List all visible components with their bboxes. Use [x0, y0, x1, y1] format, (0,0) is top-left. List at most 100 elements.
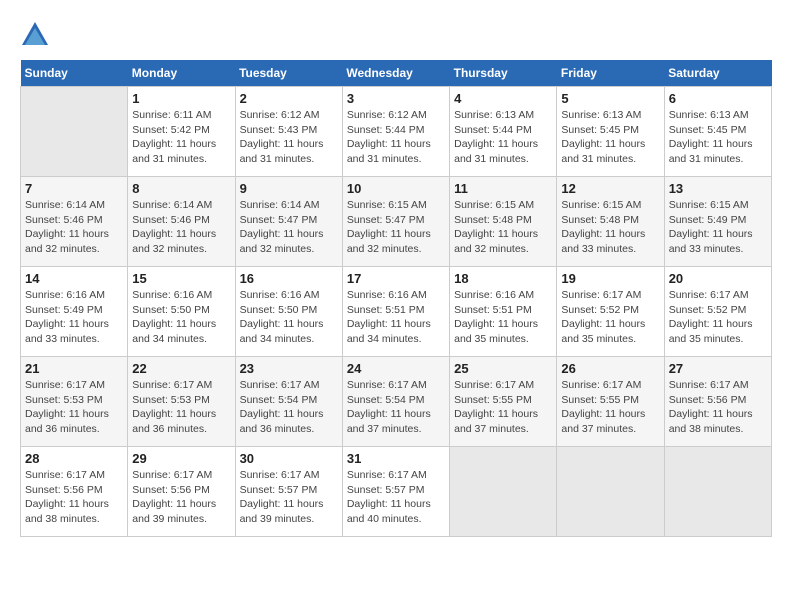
day-number: 8 [132, 181, 230, 196]
day-info: Sunrise: 6:17 AM Sunset: 5:55 PM Dayligh… [454, 378, 552, 437]
day-of-week-header: Sunday [21, 60, 128, 87]
calendar-cell: 17 Sunrise: 6:16 AM Sunset: 5:51 PM Dayli… [342, 267, 449, 357]
calendar-cell: 13 Sunrise: 6:15 AM Sunset: 5:49 PM Dayli… [664, 177, 771, 267]
day-number: 12 [561, 181, 659, 196]
calendar-week-row: 7 Sunrise: 6:14 AM Sunset: 5:46 PM Daylig… [21, 177, 772, 267]
day-number: 14 [25, 271, 123, 286]
day-number: 18 [454, 271, 552, 286]
calendar-cell: 22 Sunrise: 6:17 AM Sunset: 5:53 PM Dayli… [128, 357, 235, 447]
calendar-cell: 8Sunrise: 6:14 AM Sunset: 5:46 PM Daylig… [128, 177, 235, 267]
day-number: 22 [132, 361, 230, 376]
calendar-cell: 30 Sunrise: 6:17 AM Sunset: 5:57 PM Dayli… [235, 447, 342, 537]
day-number: 28 [25, 451, 123, 466]
day-number: 5 [561, 91, 659, 106]
day-info: Sunrise: 6:13 AM Sunset: 5:44 PM Dayligh… [454, 108, 552, 167]
calendar-header-row: SundayMondayTuesdayWednesdayThursdayFrid… [21, 60, 772, 87]
day-number: 9 [240, 181, 338, 196]
calendar-cell: 12 Sunrise: 6:15 AM Sunset: 5:48 PM Dayli… [557, 177, 664, 267]
day-of-week-header: Monday [128, 60, 235, 87]
calendar-week-row: 1 Sunrise: 6:11 AM Sunset: 5:42 PM Daylig… [21, 87, 772, 177]
calendar-cell: 24 Sunrise: 6:17 AM Sunset: 5:54 PM Dayli… [342, 357, 449, 447]
calendar-week-row: 14 Sunrise: 6:16 AM Sunset: 5:49 PM Dayli… [21, 267, 772, 357]
day-info: Sunrise: 6:16 AM Sunset: 5:51 PM Dayligh… [454, 288, 552, 347]
calendar-cell: 4 Sunrise: 6:13 AM Sunset: 5:44 PM Daylig… [450, 87, 557, 177]
day-of-week-header: Thursday [450, 60, 557, 87]
day-number: 25 [454, 361, 552, 376]
calendar-cell [450, 447, 557, 537]
day-number: 17 [347, 271, 445, 286]
day-info: Sunrise: 6:17 AM Sunset: 5:53 PM Dayligh… [25, 378, 123, 437]
calendar-cell [664, 447, 771, 537]
day-number: 7 [25, 181, 123, 196]
calendar-cell: 26 Sunrise: 6:17 AM Sunset: 5:55 PM Dayli… [557, 357, 664, 447]
day-info: Sunrise: 6:16 AM Sunset: 5:49 PM Dayligh… [25, 288, 123, 347]
day-number: 16 [240, 271, 338, 286]
calendar-cell: 14 Sunrise: 6:16 AM Sunset: 5:49 PM Dayli… [21, 267, 128, 357]
day-info: Sunrise: 6:15 AM Sunset: 5:49 PM Dayligh… [669, 198, 767, 257]
calendar-cell: 16 Sunrise: 6:16 AM Sunset: 5:50 PM Dayli… [235, 267, 342, 357]
day-info: Sunrise: 6:15 AM Sunset: 5:48 PM Dayligh… [454, 198, 552, 257]
day-info: Sunrise: 6:17 AM Sunset: 5:54 PM Dayligh… [240, 378, 338, 437]
day-number: 31 [347, 451, 445, 466]
calendar-week-row: 21 Sunrise: 6:17 AM Sunset: 5:53 PM Dayli… [21, 357, 772, 447]
calendar-cell: 31Sunrise: 6:17 AM Sunset: 5:57 PM Dayli… [342, 447, 449, 537]
day-info: Sunrise: 6:17 AM Sunset: 5:52 PM Dayligh… [669, 288, 767, 347]
day-info: Sunrise: 6:15 AM Sunset: 5:48 PM Dayligh… [561, 198, 659, 257]
day-info: Sunrise: 6:16 AM Sunset: 5:50 PM Dayligh… [132, 288, 230, 347]
day-info: Sunrise: 6:12 AM Sunset: 5:43 PM Dayligh… [240, 108, 338, 167]
day-info: Sunrise: 6:16 AM Sunset: 5:50 PM Dayligh… [240, 288, 338, 347]
day-info: Sunrise: 6:16 AM Sunset: 5:51 PM Dayligh… [347, 288, 445, 347]
page-header [20, 20, 772, 50]
calendar-cell: 5 Sunrise: 6:13 AM Sunset: 5:45 PM Daylig… [557, 87, 664, 177]
day-info: Sunrise: 6:11 AM Sunset: 5:42 PM Dayligh… [132, 108, 230, 167]
day-number: 10 [347, 181, 445, 196]
day-info: Sunrise: 6:17 AM Sunset: 5:57 PM Dayligh… [240, 468, 338, 527]
day-number: 19 [561, 271, 659, 286]
calendar-cell: 19Sunrise: 6:17 AM Sunset: 5:52 PM Dayli… [557, 267, 664, 357]
day-number: 6 [669, 91, 767, 106]
day-info: Sunrise: 6:17 AM Sunset: 5:56 PM Dayligh… [132, 468, 230, 527]
calendar-cell [557, 447, 664, 537]
day-info: Sunrise: 6:14 AM Sunset: 5:46 PM Dayligh… [25, 198, 123, 257]
day-number: 1 [132, 91, 230, 106]
logo-icon [20, 20, 50, 50]
day-number: 23 [240, 361, 338, 376]
calendar-cell: 21 Sunrise: 6:17 AM Sunset: 5:53 PM Dayli… [21, 357, 128, 447]
calendar-cell: 23 Sunrise: 6:17 AM Sunset: 5:54 PM Dayli… [235, 357, 342, 447]
day-number: 26 [561, 361, 659, 376]
day-info: Sunrise: 6:17 AM Sunset: 5:56 PM Dayligh… [25, 468, 123, 527]
day-number: 27 [669, 361, 767, 376]
day-of-week-header: Wednesday [342, 60, 449, 87]
day-of-week-header: Saturday [664, 60, 771, 87]
calendar-cell: 18 Sunrise: 6:16 AM Sunset: 5:51 PM Dayli… [450, 267, 557, 357]
calendar-table: SundayMondayTuesdayWednesdayThursdayFrid… [20, 60, 772, 537]
day-number: 21 [25, 361, 123, 376]
day-number: 11 [454, 181, 552, 196]
day-number: 30 [240, 451, 338, 466]
logo [20, 20, 52, 50]
day-number: 15 [132, 271, 230, 286]
calendar-cell: 20 Sunrise: 6:17 AM Sunset: 5:52 PM Dayli… [664, 267, 771, 357]
day-info: Sunrise: 6:12 AM Sunset: 5:44 PM Dayligh… [347, 108, 445, 167]
day-number: 4 [454, 91, 552, 106]
calendar-cell: 2 Sunrise: 6:12 AM Sunset: 5:43 PM Daylig… [235, 87, 342, 177]
calendar-cell: 25 Sunrise: 6:17 AM Sunset: 5:55 PM Dayli… [450, 357, 557, 447]
day-info: Sunrise: 6:14 AM Sunset: 5:47 PM Dayligh… [240, 198, 338, 257]
calendar-cell: 9 Sunrise: 6:14 AM Sunset: 5:47 PM Daylig… [235, 177, 342, 267]
day-number: 29 [132, 451, 230, 466]
day-number: 2 [240, 91, 338, 106]
day-number: 20 [669, 271, 767, 286]
calendar-cell [21, 87, 128, 177]
calendar-cell: 7 Sunrise: 6:14 AM Sunset: 5:46 PM Daylig… [21, 177, 128, 267]
day-info: Sunrise: 6:13 AM Sunset: 5:45 PM Dayligh… [561, 108, 659, 167]
calendar-cell: 11 Sunrise: 6:15 AM Sunset: 5:48 PM Dayli… [450, 177, 557, 267]
calendar-cell: 10Sunrise: 6:15 AM Sunset: 5:47 PM Dayli… [342, 177, 449, 267]
day-info: Sunrise: 6:17 AM Sunset: 5:55 PM Dayligh… [561, 378, 659, 437]
calendar-cell: 1 Sunrise: 6:11 AM Sunset: 5:42 PM Daylig… [128, 87, 235, 177]
calendar-cell: 27Sunrise: 6:17 AM Sunset: 5:56 PM Dayli… [664, 357, 771, 447]
day-number: 24 [347, 361, 445, 376]
calendar-cell: 15 Sunrise: 6:16 AM Sunset: 5:50 PM Dayli… [128, 267, 235, 357]
day-info: Sunrise: 6:17 AM Sunset: 5:53 PM Dayligh… [132, 378, 230, 437]
day-number: 13 [669, 181, 767, 196]
day-info: Sunrise: 6:17 AM Sunset: 5:54 PM Dayligh… [347, 378, 445, 437]
